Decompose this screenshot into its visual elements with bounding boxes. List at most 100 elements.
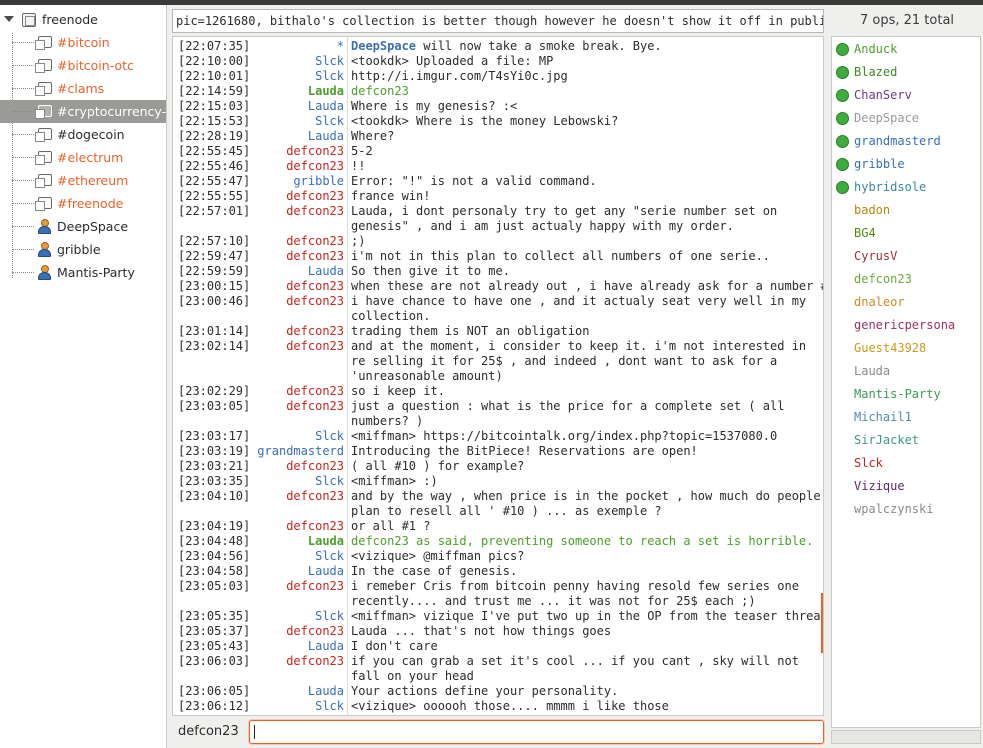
user-name: genericpersona: [854, 318, 956, 332]
nick-label[interactable]: defcon23: [173, 399, 344, 414]
nick-label[interactable]: defcon23: [173, 339, 344, 354]
tree-item-ethereum[interactable]: #ethereum: [0, 169, 166, 192]
user-item-cyrusv[interactable]: CyrusV: [832, 245, 980, 268]
chat-line: [23:04:10] defcon23 and by the way , when …: [173, 489, 823, 504]
user-item-blazed[interactable]: Blazed: [832, 61, 980, 84]
nick-label[interactable]: Slck: [173, 114, 344, 129]
nick-label[interactable]: Lauda: [173, 684, 344, 699]
scrollbar-marker[interactable]: [821, 593, 823, 653]
chat-line: [23:02:29] defcon23 so i keep it.: [173, 384, 823, 399]
user-item-deepspace[interactable]: DeepSpace: [832, 107, 980, 130]
nick-label[interactable]: Lauda: [173, 534, 344, 549]
chat-line: numbers? ): [173, 414, 823, 429]
user-item-genericpersona[interactable]: genericpersona: [832, 314, 980, 337]
nick-label[interactable]: Lauda: [173, 99, 344, 114]
nick-label[interactable]: Lauda: [173, 84, 344, 99]
tree-connector: [12, 203, 34, 204]
nick-label[interactable]: defcon23: [173, 204, 344, 219]
user-item-badon[interactable]: badon: [832, 199, 980, 222]
expander-icon[interactable]: [4, 16, 14, 22]
user-item-sirjacket[interactable]: SirJacket: [832, 429, 980, 452]
nick-label[interactable]: defcon23: [173, 294, 344, 309]
channel-icon: [35, 36, 52, 50]
user-item-bg4[interactable]: BG4: [832, 222, 980, 245]
nick-label[interactable]: defcon23: [173, 324, 344, 339]
channel-icon: [35, 128, 52, 142]
tree-item-gribble[interactable]: gribble: [0, 238, 166, 261]
topic-bar[interactable]: pic=1261680, bithalo's collection is bet…: [172, 9, 824, 33]
nick-label[interactable]: *: [173, 39, 344, 54]
nick-label[interactable]: defcon23: [173, 189, 344, 204]
message-text: i remeber Cris from bitcoin penny having…: [351, 579, 799, 593]
user-item-lauda[interactable]: Lauda: [832, 360, 980, 383]
nick-label[interactable]: Slck: [173, 429, 344, 444]
nick-label[interactable]: defcon23: [173, 489, 344, 504]
chat-line: [23:03:35] Slck <miffman> :): [173, 474, 823, 489]
nick-label[interactable]: defcon23: [173, 249, 344, 264]
chat-line: [22:15:53] Slck <tookdk> Where is the mone…: [173, 114, 823, 129]
message-input[interactable]: [249, 720, 824, 744]
nick-label[interactable]: grandmasterd: [173, 444, 344, 459]
user-list-scrollbar[interactable]: [831, 730, 981, 744]
tree-item-dogecoin[interactable]: #dogecoin: [0, 123, 166, 146]
nick-label[interactable]: defcon23: [173, 579, 344, 594]
tree-item-bitcoin-otc[interactable]: #bitcoin-otc: [0, 54, 166, 77]
user-item-dnaleor[interactable]: dnaleor: [832, 291, 980, 314]
tree-item-bitcoin[interactable]: #bitcoin: [0, 31, 166, 54]
nick-label[interactable]: defcon23: [173, 519, 344, 534]
nick-label[interactable]: Slck: [173, 549, 344, 564]
tree-item-cryptocurrency[interactable]: #cryptocurrency-: [0, 100, 166, 123]
nick-label[interactable]: gribble: [173, 174, 344, 189]
nick-label[interactable]: Slck: [173, 699, 344, 714]
tree-item-electrum[interactable]: #electrum: [0, 146, 166, 169]
user-item-vizique[interactable]: Vizique: [832, 475, 980, 498]
user-item-wpalczynski[interactable]: wpalczynski: [832, 498, 980, 521]
nickname-label[interactable]: defcon23: [178, 724, 239, 739]
nick-label[interactable]: Lauda: [173, 129, 344, 144]
user-list[interactable]: Anduck Blazed ChanServ DeepSpace grandmaster…: [831, 36, 981, 728]
nick-label[interactable]: Slck: [173, 69, 344, 84]
nick-label[interactable]: defcon23: [173, 279, 344, 294]
user-item-chanserv[interactable]: ChanServ: [832, 84, 980, 107]
tree-connector: [12, 88, 34, 89]
user-item-mantis-party[interactable]: Mantis-Party: [832, 383, 980, 406]
tree-item-freenode[interactable]: #freenode: [0, 192, 166, 215]
nick-label[interactable]: defcon23: [173, 459, 344, 474]
nick-label[interactable]: Slck: [173, 54, 344, 69]
channel-tree[interactable]: freenode #bitcoin #bitcoin-otc #clams #cryp…: [0, 5, 167, 748]
tree-server-freenode[interactable]: freenode: [0, 8, 166, 31]
nick-label[interactable]: defcon23: [173, 144, 344, 159]
nick-label[interactable]: Lauda: [173, 264, 344, 279]
user-name: SirJacket: [854, 433, 920, 447]
action-nick[interactable]: DeepSpace: [351, 39, 416, 53]
user-item-anduck[interactable]: Anduck: [832, 38, 980, 61]
nick-label[interactable]: defcon23: [173, 234, 344, 249]
user-item-grandmasterd[interactable]: grandmasterd: [832, 130, 980, 153]
chat-line: collection.: [173, 309, 823, 324]
nick-label[interactable]: defcon23: [173, 624, 344, 639]
chat-line: [22:55:55] defcon23 france win!: [173, 189, 823, 204]
user-item-michail1[interactable]: Michail1: [832, 406, 980, 429]
message-text: numbers? ): [351, 414, 424, 428]
tree-item-clams[interactable]: #clams: [0, 77, 166, 100]
nick-label[interactable]: Lauda: [173, 639, 344, 654]
tree-item-label: DeepSpace: [57, 219, 129, 234]
user-item-hybridsole[interactable]: hybridsole: [832, 176, 980, 199]
nick-label[interactable]: defcon23: [173, 654, 344, 669]
tree-item-mantis-party[interactable]: Mantis-Party: [0, 261, 166, 284]
chat-line: [23:06:03] defcon23 if you can grab a set …: [173, 654, 823, 669]
tree-connector: [12, 157, 34, 158]
user-item-defcon23[interactable]: defcon23: [832, 268, 980, 291]
user-item-guest43928[interactable]: Guest43928: [832, 337, 980, 360]
nick-label[interactable]: defcon23: [173, 384, 344, 399]
nick-label[interactable]: defcon23: [173, 159, 344, 174]
nick-label[interactable]: Slck: [173, 474, 344, 489]
user-name: Blazed: [854, 65, 898, 79]
user-name: Lauda: [854, 364, 891, 378]
nick-label[interactable]: Slck: [173, 609, 344, 624]
user-item-gribble[interactable]: gribble: [832, 153, 980, 176]
tree-item-deepspace[interactable]: DeepSpace: [0, 215, 166, 238]
nick-label[interactable]: Lauda: [173, 564, 344, 579]
chat-log[interactable]: [22:07:35] * DeepSpace will now take a smo…: [172, 36, 824, 716]
user-item-slck[interactable]: Slck: [832, 452, 980, 475]
